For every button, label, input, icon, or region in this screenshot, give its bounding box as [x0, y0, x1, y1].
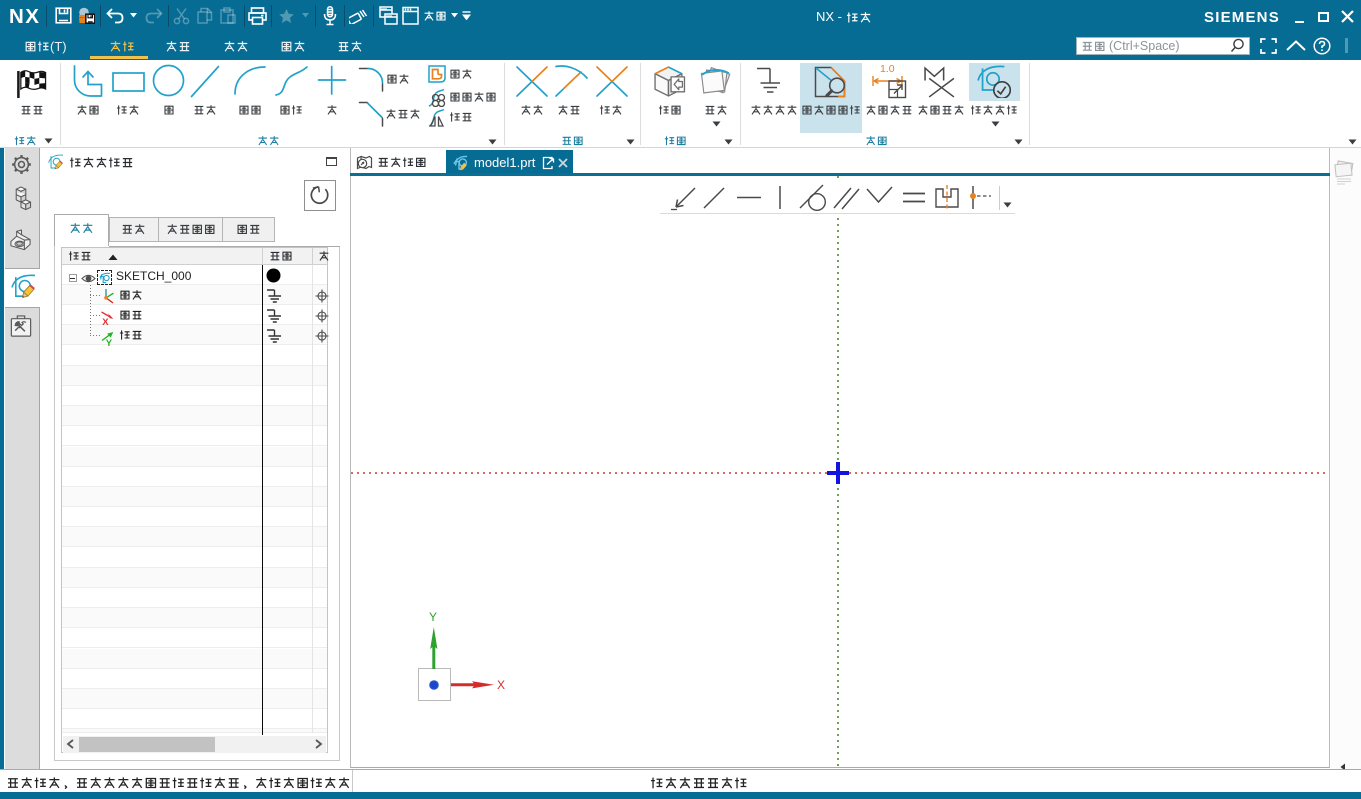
svg-text:Y: Y — [106, 338, 113, 347]
svg-text:X: X — [102, 317, 109, 326]
